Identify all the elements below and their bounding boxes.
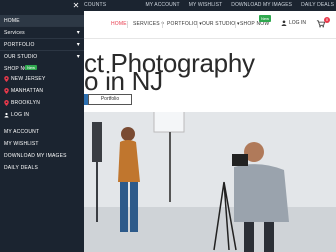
map-pin-icon	[4, 88, 9, 94]
portfolio-button[interactable]: Portfolio	[88, 94, 132, 105]
top-link-daily-deals[interactable]: DAILY DEALS	[301, 2, 334, 8]
main-nav: HOME SERVICES ▾ PORTFOLIO ▾ OUR STUDIO ▾…	[84, 11, 336, 39]
nav-services[interactable]: SERVICES ▾	[133, 21, 164, 27]
nav-login[interactable]: LOG IN	[281, 20, 306, 26]
sidebar-item-our-studio[interactable]: OUR STUDIO ▾	[0, 51, 84, 62]
location-label: BROOKLYN	[11, 100, 41, 106]
sidebar-item-services[interactable]: Services ▾	[0, 27, 84, 38]
new-badge: New	[25, 65, 38, 70]
chevron-down-icon: ▾	[76, 41, 80, 48]
chevron-down-icon: ▾	[76, 29, 80, 36]
close-icon[interactable]: ✕	[72, 2, 80, 10]
mobile-sidebar-menu: ✕ HOME Services ▾ PORTFOLIO ▾ OUR STUDIO…	[0, 0, 84, 252]
sidebar-item-home[interactable]: HOME	[0, 15, 84, 26]
studio-photo-illustration	[84, 112, 336, 252]
top-bar-links: MY ACCOUNT MY WISHLIST DOWNLOAD MY IMAGE…	[145, 2, 334, 8]
location-label: NEW JERSEY	[11, 76, 46, 82]
user-icon	[281, 20, 287, 26]
sidebar-item-label: OUR STUDIO	[4, 53, 38, 60]
login-label: LOG IN	[11, 112, 30, 118]
hero-photo	[84, 112, 336, 252]
sidebar-item-label: PORTFOLIO	[4, 41, 35, 48]
sidebar-location-brooklyn[interactable]: BROOKLYN	[4, 100, 40, 106]
sidebar-location-manhattan[interactable]: MANHATTAN	[4, 88, 43, 94]
map-pin-icon	[4, 100, 9, 106]
user-icon	[4, 112, 9, 118]
sidebar-link-download-images[interactable]: DOWNLOAD MY IMAGES	[4, 153, 67, 159]
nav-separator	[197, 21, 198, 28]
nav-separator	[162, 21, 163, 28]
sidebar-location-new-jersey[interactable]: NEW JERSEY	[4, 76, 46, 82]
chevron-down-icon: ▾	[76, 53, 80, 60]
sidebar-item-label: HOME	[4, 17, 20, 24]
sidebar-item-portfolio[interactable]: PORTFOLIO ▾	[0, 39, 84, 50]
nav-login-label: LOG IN	[289, 20, 306, 26]
map-pin-icon	[4, 76, 9, 82]
cart-count-badge: 0	[324, 17, 330, 23]
sidebar-link-my-account[interactable]: MY ACCOUNT	[4, 129, 39, 135]
nav-home[interactable]: HOME	[111, 21, 127, 27]
hero-title-line-2: o in NJ	[84, 66, 163, 96]
nav-separator	[127, 21, 128, 28]
top-link-download-images[interactable]: DOWNLOAD MY IMAGES	[231, 2, 292, 8]
new-badge: New	[259, 15, 272, 22]
location-label: MANHATTAN	[11, 88, 44, 94]
top-bar-account-fragment[interactable]: COUNTS	[84, 2, 106, 8]
sidebar-item-label: Services	[4, 29, 25, 36]
top-link-my-wishlist[interactable]: MY WISHLIST	[189, 2, 223, 8]
top-link-my-account[interactable]: MY ACCOUNT	[145, 2, 179, 8]
sidebar-link-my-wishlist[interactable]: MY WISHLIST	[4, 141, 39, 147]
sidebar-link-daily-deals[interactable]: DAILY DEALS	[4, 165, 38, 171]
sidebar-login[interactable]: LOG IN	[4, 112, 29, 118]
nav-separator	[235, 21, 236, 28]
